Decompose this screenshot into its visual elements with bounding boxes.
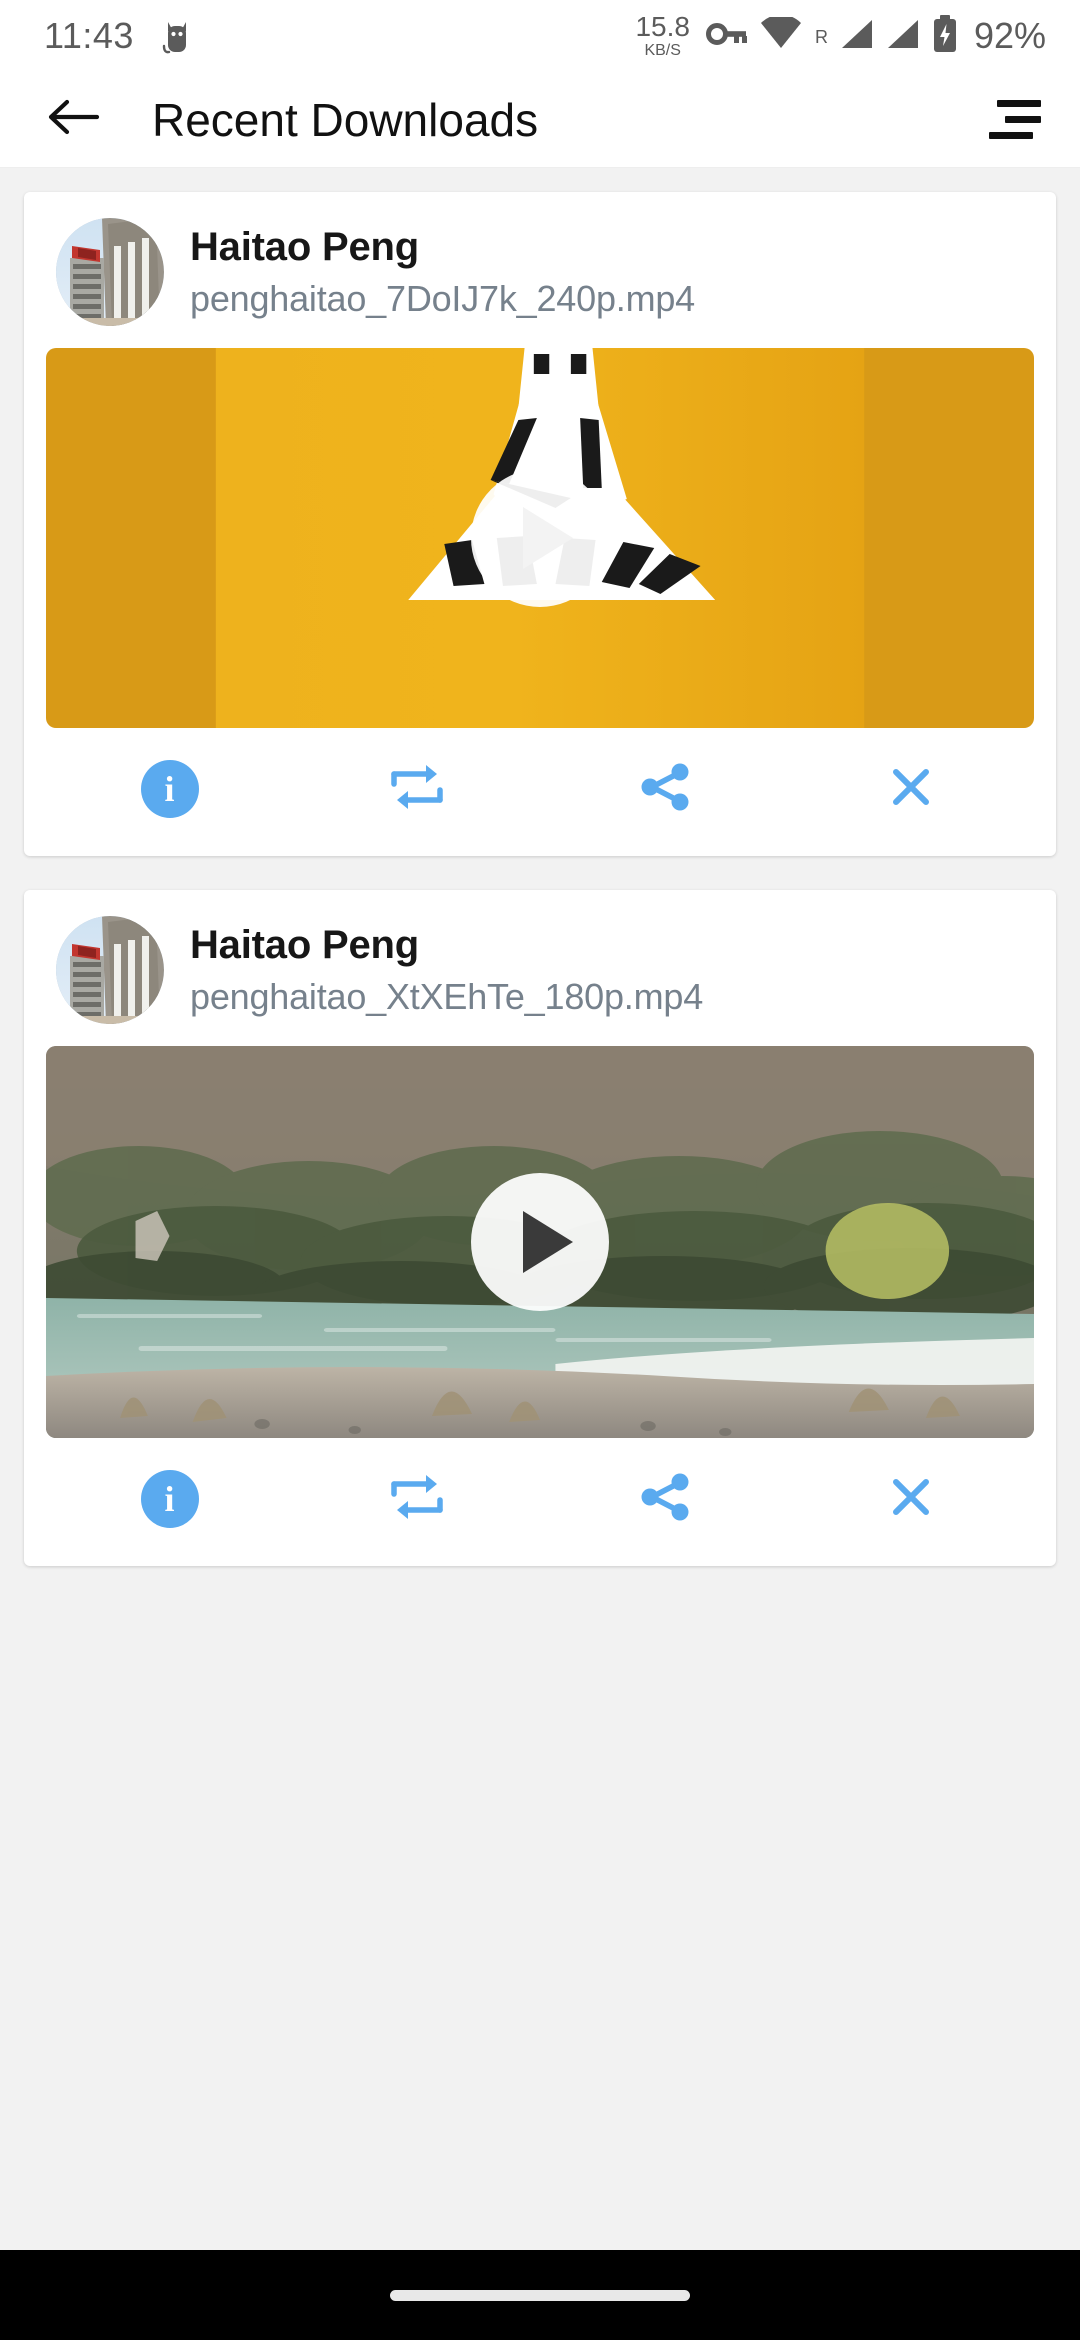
download-card[interactable]: Haitao Peng penghaitao_XtXEhTe_180p.mp4: [24, 890, 1056, 1566]
play-icon: [523, 1211, 573, 1273]
info-button[interactable]: i: [46, 1464, 293, 1534]
play-icon: [523, 507, 573, 569]
key-icon: [705, 18, 748, 55]
cat-icon: [160, 18, 194, 54]
share-button[interactable]: [540, 754, 787, 824]
convert-button[interactable]: [293, 1464, 540, 1534]
status-bar-clock: 11:43: [44, 15, 134, 56]
download-card-meta: Haitao Peng penghaitao_XtXEhTe_180p.mp4: [190, 923, 703, 1018]
roaming-indicator: R: [814, 27, 828, 46]
wifi-icon: [760, 14, 802, 56]
system-nav-bar: [0, 2250, 1080, 2340]
file-name: penghaitao_7DoIJ7k_240p.mp4: [190, 277, 695, 319]
network-speed-unit: KB/S: [644, 42, 681, 59]
back-button[interactable]: [40, 87, 106, 153]
share-icon: [635, 758, 693, 821]
avatar[interactable]: [56, 916, 164, 1024]
app-bar: Recent Downloads: [0, 72, 1080, 168]
card-actions: i: [46, 728, 1034, 846]
building-photo-avatar: [56, 218, 164, 326]
gesture-home-handle[interactable]: [390, 2289, 690, 2301]
roaming-label: R: [814, 26, 828, 47]
downloads-list[interactable]: Haitao Peng penghaitao_7DoIJ7k_240p.mp4: [0, 168, 1080, 2250]
status-bar-right: 15.8 KB/S R 92%: [635, 13, 1046, 59]
info-button[interactable]: i: [46, 754, 293, 824]
share-icon: [635, 1468, 693, 1531]
file-name: penghaitao_XtXEhTe_180p.mp4: [190, 975, 704, 1017]
signal-bars-icon-secondary: [886, 18, 920, 55]
play-button[interactable]: [471, 1173, 609, 1311]
signal-bars-icon: [840, 18, 874, 55]
info-icon: i: [140, 1470, 199, 1528]
card-actions: i: [46, 1438, 1034, 1556]
remove-button[interactable]: [787, 1464, 1034, 1534]
network-speed-value: 15.8: [635, 11, 690, 42]
status-bar-left: 11:43: [44, 18, 194, 54]
share-button[interactable]: [540, 1464, 787, 1534]
convert-repeat-icon: [386, 758, 448, 821]
battery-charging-icon: [932, 14, 958, 58]
sort-menu-button[interactable]: [980, 85, 1050, 155]
download-card-header: Haitao Peng penghaitao_XtXEhTe_180p.mp4: [46, 912, 1034, 1030]
uploader-name: Haitao Peng: [190, 224, 419, 269]
convert-button[interactable]: [293, 754, 540, 824]
status-bar: 11:43 15.8 KB/S R 92%: [0, 0, 1080, 72]
download-card-meta: Haitao Peng penghaitao_7DoIJ7k_240p.mp4: [190, 225, 695, 320]
battery-percent-label: 92%: [973, 15, 1046, 56]
sort-menu-icon: [989, 100, 1041, 139]
close-icon: [883, 759, 939, 820]
video-thumbnail[interactable]: [46, 348, 1034, 728]
download-card-header: Haitao Peng penghaitao_7DoIJ7k_240p.mp4: [46, 214, 1034, 332]
uploader-name: Haitao Peng: [190, 922, 419, 967]
close-icon: [883, 1469, 939, 1530]
video-thumbnail[interactable]: [46, 1046, 1034, 1438]
play-button[interactable]: [471, 469, 609, 607]
convert-repeat-icon: [386, 1468, 448, 1531]
remove-button[interactable]: [787, 754, 1034, 824]
building-photo-avatar: [56, 916, 164, 1024]
page-title: Recent Downloads: [152, 93, 539, 146]
network-speed-indicator: 15.8 KB/S: [635, 13, 690, 59]
info-icon: i: [140, 760, 199, 818]
avatar[interactable]: [56, 218, 164, 326]
download-card[interactable]: Haitao Peng penghaitao_7DoIJ7k_240p.mp4: [24, 192, 1056, 856]
back-arrow-icon: [46, 95, 100, 144]
